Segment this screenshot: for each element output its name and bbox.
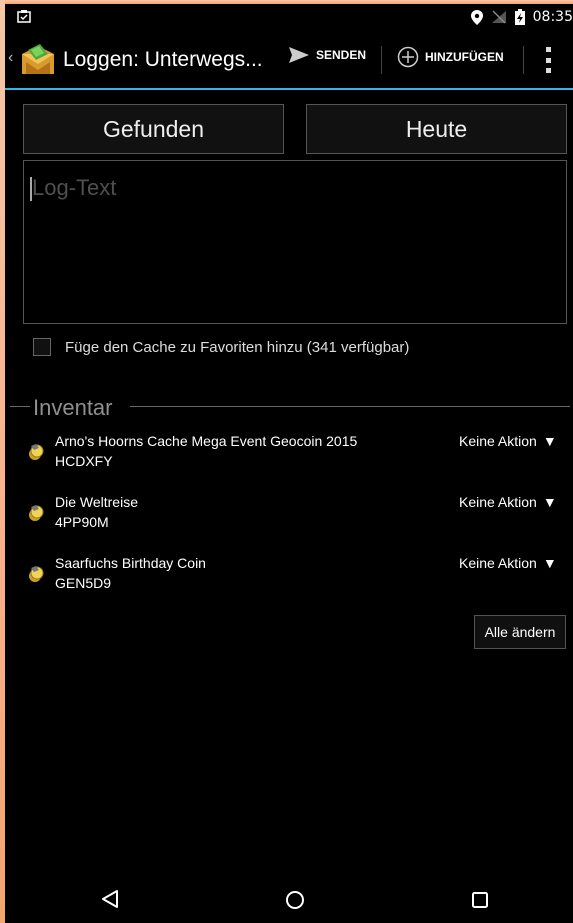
inventory-item: Saarfuchs Birthday Coin GEN5D9 Keine Akt…: [5, 555, 573, 605]
action-divider: [381, 46, 382, 74]
battery-charging-icon: [514, 9, 525, 25]
back-icon[interactable]: [100, 889, 120, 909]
dropdown-triangle-icon: ▼: [542, 433, 557, 449]
trackable-name: Die Weltreise: [55, 494, 138, 510]
section-divider: [130, 406, 570, 407]
trackable-action-select[interactable]: Keine Aktion ▼: [459, 433, 557, 449]
trackable-action-label: Keine Aktion: [459, 494, 537, 510]
no-signal-icon: [491, 10, 506, 24]
screen-title: Loggen: Unterwegs...: [63, 48, 263, 71]
trackable-action-label: Keine Aktion: [459, 555, 537, 571]
inventory-item: Arno's Hoorns Cache Mega Event Geocoin 2…: [5, 433, 573, 483]
trackable-code: 4PP90M: [55, 514, 109, 530]
status-time: 08:35: [532, 9, 573, 25]
log-text-placeholder: Log-Text: [32, 175, 117, 200]
inventory-item: Die Weltreise 4PP90M Keine Aktion ▼: [5, 494, 573, 544]
trackable-code: HCDXFY: [55, 453, 113, 469]
trackable-name: Arno's Hoorns Cache Mega Event Geocoin 2…: [55, 433, 358, 449]
trackable-action-label: Keine Aktion: [459, 433, 537, 449]
trackable-coin-icon: [29, 566, 44, 582]
section-divider: [10, 406, 30, 407]
clipboard-icon: [17, 10, 31, 23]
inventory-section-header: Inventar: [5, 392, 573, 422]
log-type-button[interactable]: Gefunden: [23, 104, 284, 154]
add-circle-icon: [397, 46, 419, 68]
favorite-checkbox[interactable]: [33, 338, 51, 356]
action-divider: [523, 46, 524, 74]
send-icon: [289, 47, 309, 63]
favorite-checkbox-row[interactable]: Füge den Cache zu Favoriten hinzu (341 v…: [33, 338, 409, 356]
action-bar: ‹ Loggen: Unterwegs... SENDEN HINZUFÜGEN: [5, 30, 573, 90]
status-bar: 08:35: [5, 4, 573, 30]
dropdown-triangle-icon: ▼: [542, 555, 557, 571]
add-button[interactable]: HINZUFÜGEN: [397, 46, 504, 68]
favorite-checkbox-label: Füge den Cache zu Favoriten hinzu (341 v…: [65, 338, 410, 356]
add-button-label: HINZUFÜGEN: [425, 50, 504, 64]
up-navigation-icon[interactable]: ‹: [8, 49, 13, 67]
location-icon: [470, 9, 483, 25]
inventory-title: Inventar: [33, 395, 113, 420]
overflow-menu-icon[interactable]: [546, 47, 552, 73]
recents-icon[interactable]: [471, 891, 489, 909]
trackable-name: Saarfuchs Birthday Coin: [55, 555, 206, 571]
dropdown-triangle-icon: ▼: [542, 494, 557, 510]
log-text-input[interactable]: Log-Text: [23, 160, 567, 324]
send-button-label: SENDEN: [316, 48, 367, 62]
trackable-coin-icon: [29, 444, 44, 460]
trackable-coin-icon: [29, 505, 44, 521]
trackable-code: GEN5D9: [55, 575, 112, 591]
navigation-bar: [5, 872, 573, 923]
trackable-action-select[interactable]: Keine Aktion ▼: [459, 494, 557, 510]
home-icon[interactable]: [285, 890, 305, 910]
send-button[interactable]: SENDEN: [288, 46, 366, 64]
trackable-action-select[interactable]: Keine Aktion ▼: [459, 555, 557, 571]
date-button[interactable]: Heute: [306, 104, 567, 154]
app-logo-icon[interactable]: [18, 44, 58, 78]
change-all-button[interactable]: Alle ändern: [474, 615, 566, 649]
